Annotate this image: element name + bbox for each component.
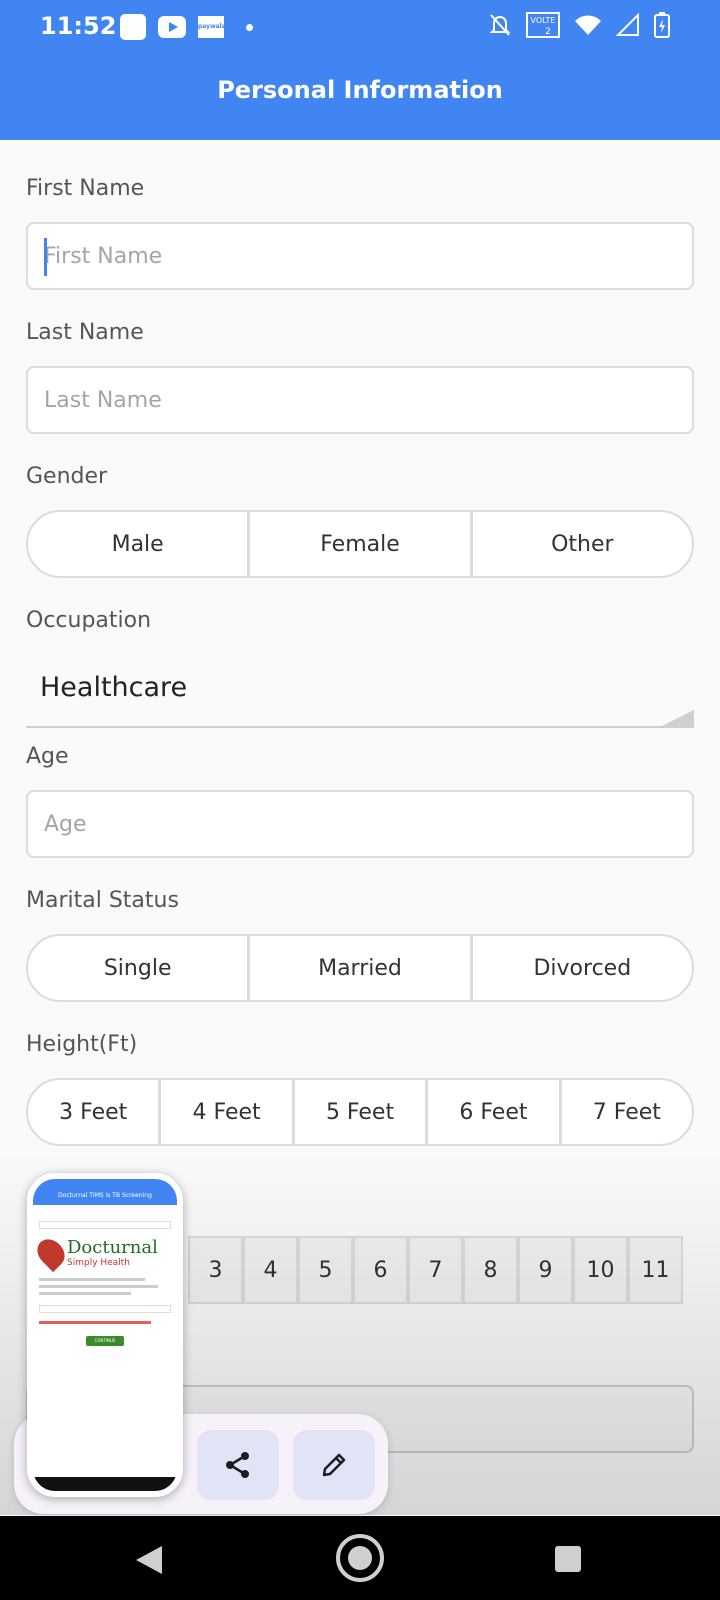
first-name-label: First Name — [26, 176, 145, 201]
app-bar: 11:52 paywala VOLTE 2 Personal Informati… — [0, 0, 720, 140]
page-title: Personal Information — [217, 76, 503, 104]
height-in-option[interactable]: 5 — [298, 1236, 353, 1304]
height-in-option[interactable]: 11 — [628, 1236, 683, 1304]
age-input[interactable] — [26, 790, 694, 858]
marital-option-married[interactable]: Married — [250, 936, 473, 1000]
preview-nav-bar — [33, 1477, 177, 1491]
system-icons: VOLTE 2 — [488, 12, 670, 38]
system-nav-bar — [0, 1516, 720, 1600]
marital-status-selector: Single Married Divorced — [26, 934, 694, 1002]
dropdown-corner-icon — [662, 710, 694, 726]
height-in-option[interactable]: 6 — [353, 1236, 408, 1304]
height-in-option[interactable]: 8 — [463, 1236, 518, 1304]
wifi-icon — [575, 15, 601, 35]
height-in-option[interactable]: 7 — [408, 1236, 463, 1304]
height-in-option[interactable]: 10 — [573, 1236, 628, 1304]
svg-text:VOLTE: VOLTE — [531, 16, 556, 25]
svg-text:2: 2 — [545, 27, 551, 37]
pencil-icon — [322, 1453, 346, 1477]
height-in-selector: 3 4 5 6 7 8 9 10 11 — [188, 1236, 683, 1304]
status-bar: 11:52 paywala VOLTE 2 — [0, 0, 720, 54]
back-icon[interactable] — [136, 1546, 162, 1574]
age-label: Age — [26, 744, 69, 769]
height-ft-selector: 3 Feet 4 Feet 5 Feet 6 Feet 7 Feet — [26, 1078, 694, 1146]
preview-header: Docturnal TIMS is TB Screening — [33, 1179, 177, 1205]
text-cursor — [44, 238, 47, 276]
signal-icon — [616, 13, 639, 36]
occupation-value: Healthcare — [40, 672, 188, 703]
height-option-4-feet[interactable]: 4 Feet — [161, 1080, 295, 1144]
more-notifications-dot — [246, 23, 253, 31]
home-icon[interactable] — [336, 1534, 384, 1582]
occupation-dropdown[interactable]: Healthcare — [26, 650, 694, 728]
marital-status-label: Marital Status — [26, 888, 179, 913]
share-icon — [226, 1452, 249, 1478]
gender-selector: Male Female Other — [26, 510, 694, 578]
occupation-label: Occupation — [26, 608, 152, 633]
height-option-7-feet[interactable]: 7 Feet — [562, 1080, 692, 1144]
first-name-input[interactable] — [26, 222, 694, 290]
screenshot-preview[interactable]: Docturnal TIMS is TB Screening Docturnal… — [27, 1173, 183, 1497]
paywala-icon: paywala — [198, 16, 226, 38]
docturnal-logo: Docturnal Simply Health — [33, 1233, 171, 1272]
recents-icon[interactable] — [555, 1546, 581, 1572]
marital-option-single[interactable]: Single — [28, 936, 251, 1000]
youtube-icon — [158, 16, 186, 38]
gender-option-female[interactable]: Female — [250, 512, 473, 576]
volte-icon: VOLTE 2 — [526, 12, 560, 38]
map-pin-icon — [33, 1233, 71, 1272]
height-in-option[interactable]: 3 — [188, 1236, 243, 1304]
gender-option-other[interactable]: Other — [473, 512, 692, 576]
height-in-option[interactable]: 4 — [243, 1236, 298, 1304]
notification-icons: paywala — [120, 14, 253, 40]
preview-brand: Docturnal — [67, 1237, 158, 1258]
height-option-5-feet[interactable]: 5 Feet — [295, 1080, 429, 1144]
share-button[interactable] — [197, 1430, 279, 1500]
gender-option-male[interactable]: Male — [28, 512, 251, 576]
preview-body: Docturnal Simply Health CONTINUE — [33, 1205, 177, 1352]
battery-icon — [654, 12, 670, 38]
gender-label: Gender — [26, 464, 108, 489]
height-option-6-feet[interactable]: 6 Feet — [428, 1080, 562, 1144]
height-option-3-feet[interactable]: 3 Feet — [28, 1080, 162, 1144]
marital-option-divorced[interactable]: Divorced — [473, 936, 692, 1000]
preview-tagline: Simply Health — [67, 1258, 130, 1268]
height-in-option[interactable]: 9 — [518, 1236, 573, 1304]
preview-continue-button: CONTINUE — [86, 1336, 124, 1346]
app-notification-icon — [120, 14, 146, 40]
last-name-label: Last Name — [26, 320, 144, 345]
bell-off-icon — [489, 14, 511, 36]
status-time: 11:52 — [40, 12, 117, 40]
height-ft-label: Height(Ft) — [26, 1032, 138, 1057]
last-name-input[interactable] — [26, 366, 694, 434]
edit-button[interactable] — [293, 1430, 375, 1500]
